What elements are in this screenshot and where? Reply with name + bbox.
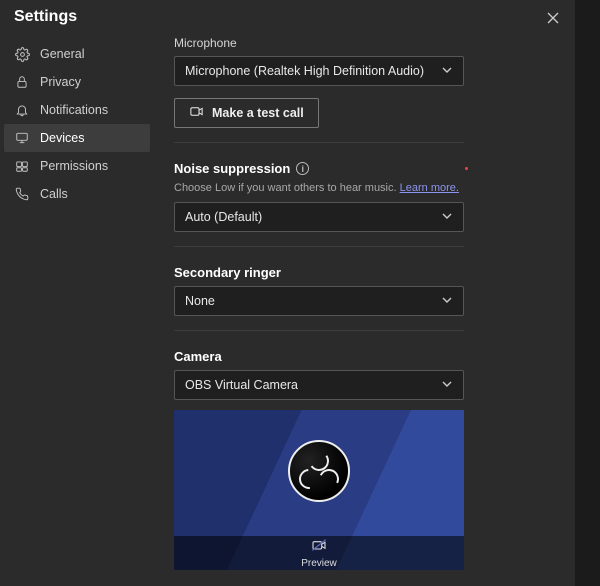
status-dot [465,167,468,170]
settings-sidebar: General Privacy Notifications Devices [0,32,154,586]
secondary-ringer-title: Secondary ringer [174,265,555,280]
camera-title: Camera [174,349,555,364]
sidebar-item-privacy[interactable]: Privacy [4,68,150,96]
microphone-selected: Microphone (Realtek High Definition Audi… [185,64,424,78]
noise-suppression-title: Noise suppression i [174,161,555,176]
sidebar-item-permissions[interactable]: Permissions [4,152,150,180]
noise-help-text: Choose Low if you want others to hear mu… [174,182,555,194]
test-call-icon [189,104,204,122]
sidebar-item-notifications[interactable]: Notifications [4,96,150,124]
sidebar-item-devices[interactable]: Devices [4,124,150,152]
microphone-label: Microphone [174,36,555,50]
bell-icon [14,102,30,118]
info-icon[interactable]: i [296,162,309,175]
panel-title: Settings [14,8,77,26]
camera-preview: Preview [174,410,464,570]
chevron-down-icon [441,294,453,309]
camera-off-icon [311,538,327,557]
sidebar-item-label: Devices [40,131,84,145]
preview-label: Preview [301,558,337,569]
sidebar-item-label: Permissions [40,159,108,173]
gear-icon [14,46,30,62]
chevron-down-icon [441,378,453,393]
chevron-down-icon [441,64,453,79]
camera-selected: OBS Virtual Camera [185,378,298,392]
sidebar-item-general[interactable]: General [4,40,150,68]
camera-select[interactable]: OBS Virtual Camera [174,370,464,400]
sidebar-item-label: Privacy [40,75,81,89]
ringer-selected: None [185,294,215,308]
sidebar-item-label: Calls [40,187,68,201]
learn-more-link[interactable]: Learn more. [400,182,459,194]
microphone-select[interactable]: Microphone (Realtek High Definition Audi… [174,56,464,86]
close-icon [547,12,559,24]
close-button[interactable] [543,8,563,28]
settings-content: Microphone Microphone (Realtek High Defi… [154,32,575,586]
phone-icon [14,186,30,202]
sidebar-item-label: Notifications [40,103,108,117]
lock-icon [14,74,30,90]
sidebar-item-calls[interactable]: Calls [4,180,150,208]
preview-bar[interactable]: Preview [174,536,464,570]
monitor-icon [14,130,30,146]
secondary-ringer-select[interactable]: None [174,286,464,316]
test-call-label: Make a test call [212,106,304,120]
settings-panel: Settings General Privacy [0,0,575,586]
noise-selected: Auto (Default) [185,210,262,224]
noise-suppression-select[interactable]: Auto (Default) [174,202,464,232]
make-test-call-button[interactable]: Make a test call [174,98,319,128]
chevron-down-icon [441,210,453,225]
obs-logo-icon [288,440,350,502]
sidebar-item-label: General [40,47,84,61]
key-icon [14,158,30,174]
